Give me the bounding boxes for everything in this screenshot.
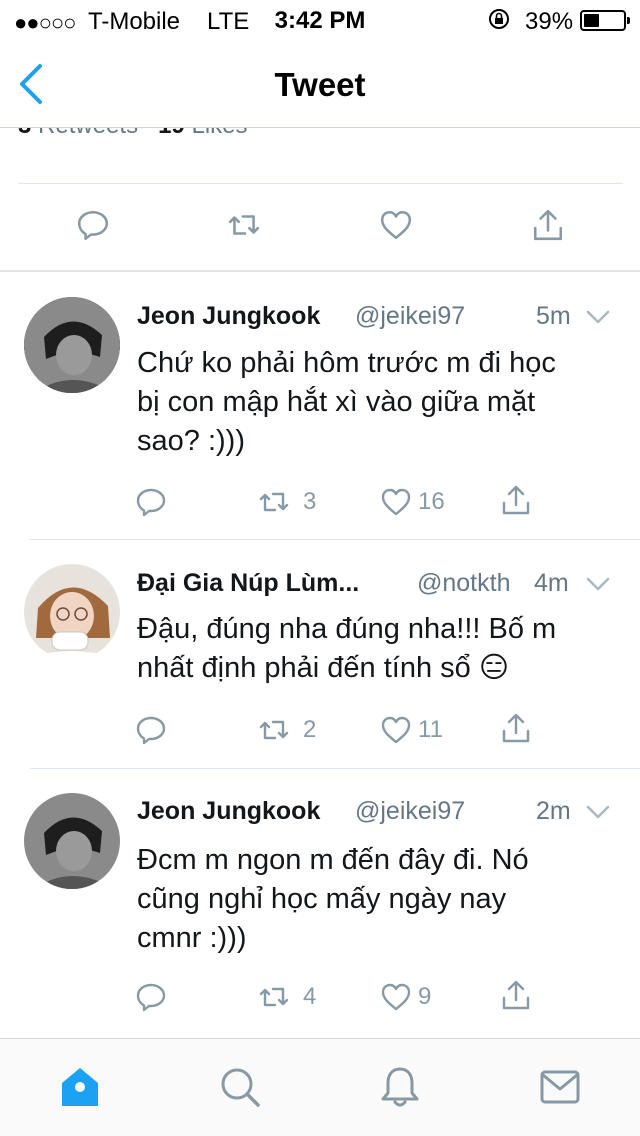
share-icon[interactable] [531, 208, 565, 242]
battery-icon [580, 10, 630, 31]
tweet-time: 4m [534, 569, 569, 597]
author-handle[interactable]: @jeikei97 [355, 302, 465, 331]
home-icon[interactable] [58, 1065, 102, 1109]
author-name[interactable]: Đại Gia Núp Lùm... [137, 569, 359, 598]
tweet-text-line: bị con mập hắt xì vào giữa mặt [137, 386, 536, 418]
retweet-icon[interactable] [258, 486, 290, 518]
retweet-count: 3 [303, 488, 317, 515]
tweet-text-line: cũng nghỉ học mấy ngày nay [137, 883, 507, 915]
page-title: Tweet [274, 66, 366, 103]
author-handle[interactable]: @notkth [417, 569, 510, 598]
reply-icon[interactable] [76, 208, 110, 242]
bell-icon[interactable] [378, 1065, 422, 1109]
heart-icon[interactable] [380, 486, 412, 518]
retweet-icon[interactable] [258, 714, 290, 746]
section-divider [0, 270, 640, 272]
heart-icon[interactable] [380, 981, 412, 1013]
tweet-text: Đậu, đúng nha đúng nha!!! Bố m nhất định… [137, 610, 617, 688]
retweet-icon[interactable] [258, 981, 290, 1013]
share-icon[interactable] [500, 712, 532, 744]
reply-icon[interactable] [135, 981, 167, 1013]
tweet-time: 2m [536, 797, 571, 825]
chevron-down-icon[interactable] [586, 310, 610, 324]
divider [18, 183, 623, 184]
tweet-text-line: Đcm m ngon m đến đây đi. Nó [137, 844, 529, 876]
like-count: 9 [418, 983, 432, 1010]
avatar-photo [24, 564, 120, 660]
share-icon[interactable] [500, 484, 532, 516]
divider [30, 539, 640, 540]
avatar[interactable] [24, 793, 120, 889]
avatar[interactable] [24, 297, 120, 393]
search-icon[interactable] [218, 1065, 262, 1109]
tab-bar [0, 1038, 640, 1136]
tweet-text-line: cmnr :))) [137, 922, 247, 954]
retweet-count: 2 [303, 716, 317, 743]
navigation-bar: Tweet [0, 40, 640, 128]
heart-icon[interactable] [379, 208, 413, 242]
chevron-down-icon[interactable] [586, 805, 610, 819]
avatar-photo [24, 793, 120, 889]
tweet-text-line: nhất định phải đến tính sổ 😑 [137, 652, 510, 684]
retweet-icon[interactable] [227, 208, 261, 242]
status-bar: ●●○○○ T-Mobile LTE 3:42 PM 39% [0, 0, 640, 40]
tweet-text-line: Chứ ko phải hôm trước m đi học [137, 347, 556, 379]
tweet-text: Đcm m ngon m đến đây đi. Nó cũng nghỉ họ… [137, 841, 617, 958]
tweet-text: Chứ ko phải hôm trước m đi học bị con mậ… [137, 344, 617, 461]
tweet-text-line: sao? :))) [137, 425, 245, 457]
divider [30, 768, 640, 769]
retweet-count: 4 [303, 983, 317, 1010]
author-handle[interactable]: @jeikei97 [355, 797, 465, 826]
avatar-photo [24, 297, 120, 393]
avatar[interactable] [24, 564, 120, 660]
battery-percent: 39% [525, 8, 574, 35]
tweet-time: 5m [536, 302, 571, 330]
mail-icon[interactable] [538, 1065, 582, 1109]
main-tweet-actions [0, 200, 640, 256]
reply-icon[interactable] [135, 714, 167, 746]
like-count: 16 [418, 488, 445, 515]
author-name[interactable]: Jeon Jungkook [137, 302, 320, 331]
like-count: 11 [418, 716, 443, 743]
heart-icon[interactable] [380, 714, 412, 746]
share-icon[interactable] [500, 979, 532, 1011]
reply-icon[interactable] [135, 486, 167, 518]
rotation-lock-icon [489, 9, 509, 29]
tweet-text-line: Đậu, đúng nha đúng nha!!! Bố m [137, 613, 557, 645]
author-name[interactable]: Jeon Jungkook [137, 797, 320, 826]
chevron-down-icon[interactable] [586, 577, 610, 591]
